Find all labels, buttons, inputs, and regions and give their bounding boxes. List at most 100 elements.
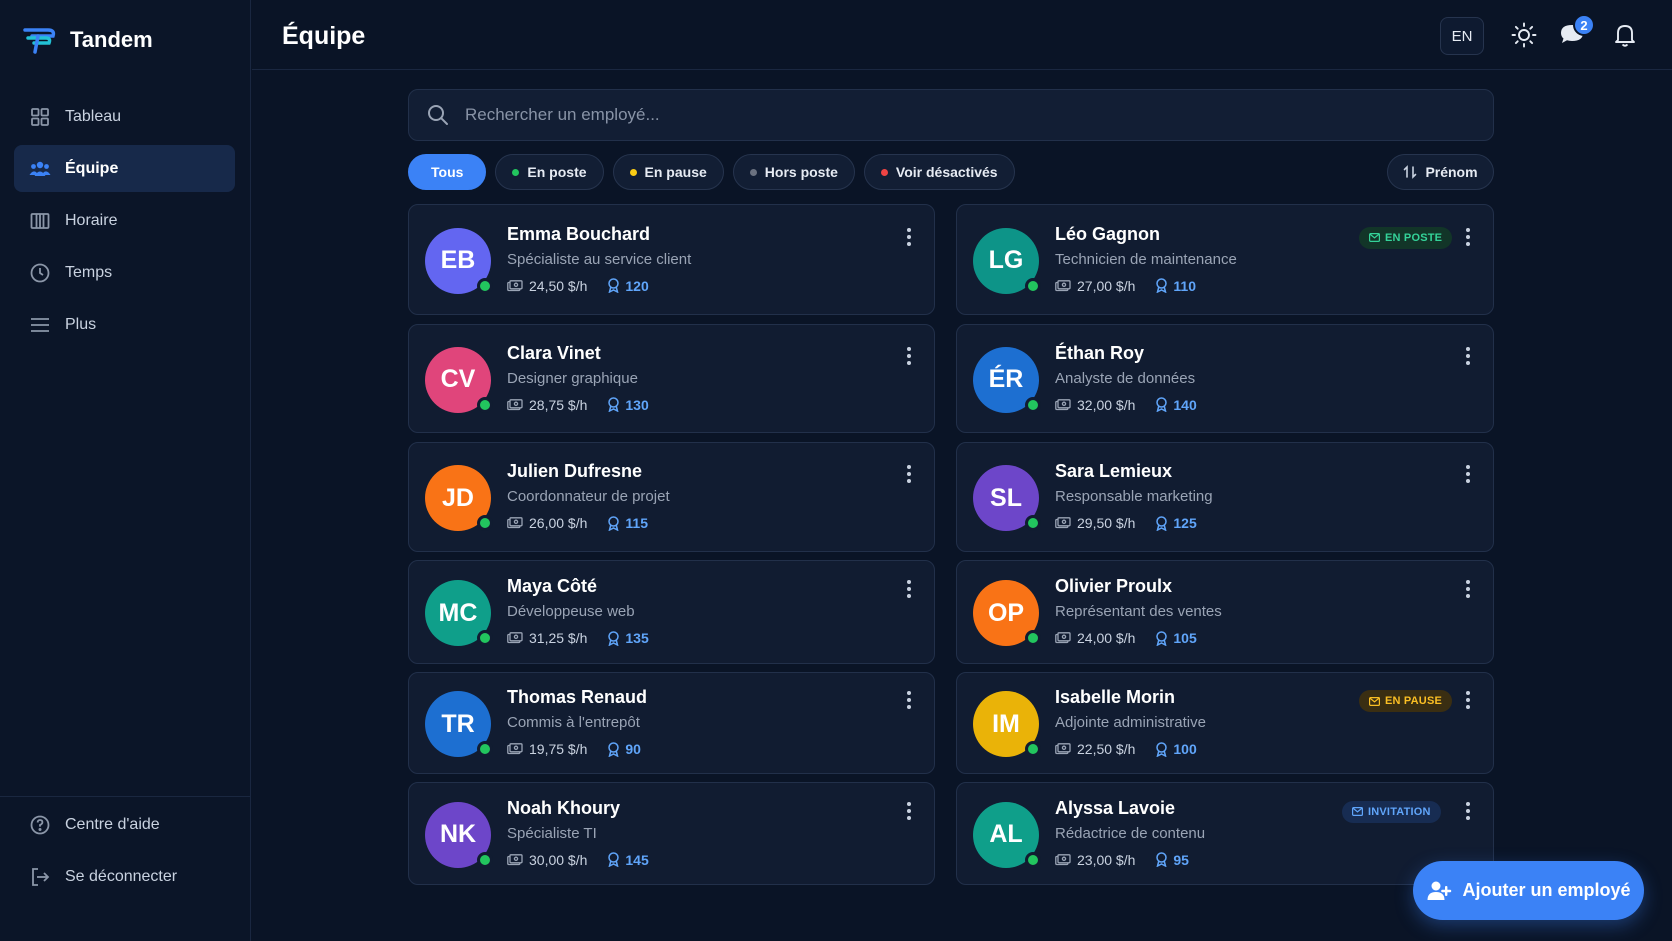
search-input[interactable] <box>465 105 1493 125</box>
employee-name[interactable]: Thomas Renaud <box>507 687 647 708</box>
sidebar-item-equipe[interactable]: Équipe <box>14 145 235 192</box>
filter-label: Hors poste <box>764 164 838 180</box>
award-icon <box>1156 397 1168 412</box>
filter-on-break[interactable]: En pause <box>612 154 724 190</box>
sidebar-item-help[interactable]: Centre d'aide <box>14 801 235 848</box>
more-options-button[interactable] <box>1465 465 1471 483</box>
employee-card[interactable]: EB Emma Bouchard Spécialiste au service … <box>408 204 935 315</box>
points-value: 130 <box>625 396 649 413</box>
more-options-button[interactable] <box>906 691 912 709</box>
online-status-dot <box>1025 277 1041 294</box>
filter-on-duty[interactable]: En poste <box>495 154 604 190</box>
cash-icon <box>1055 743 1071 755</box>
filter-show-deactivated[interactable]: Voir désactivés <box>863 154 1015 190</box>
avatar: MC <box>425 580 493 646</box>
sidebar-item-temps[interactable]: Temps <box>14 249 235 296</box>
more-options-button[interactable] <box>906 227 912 246</box>
employee-card[interactable]: ÉR Éthan Roy Analyste de données 32,00 $… <box>956 324 1494 433</box>
hourly-rate: 23,00 $/h <box>1055 852 1135 868</box>
help-icon <box>29 814 51 836</box>
award-icon <box>608 741 620 757</box>
sidebar-item-label: Se déconnecter <box>65 867 178 885</box>
employee-name[interactable]: Emma Bouchard <box>507 224 650 245</box>
avatar-initials: LG <box>988 246 1024 274</box>
cash-icon <box>1055 279 1071 291</box>
menu-icon <box>29 314 51 336</box>
cash-icon <box>507 853 523 865</box>
filter-all[interactable]: Tous <box>408 154 487 190</box>
sidebar-item-plus[interactable]: Plus <box>14 301 235 348</box>
employee-name[interactable]: Léo Gagnon <box>1055 224 1160 245</box>
employee-name[interactable]: Éthan Roy <box>1055 343 1144 364</box>
more-options-button[interactable] <box>906 801 912 820</box>
filter-label: Voir désactivés <box>895 164 998 180</box>
employee-card[interactable]: NK Noah Khoury Spécialiste TI 30,00 $/h … <box>408 782 935 885</box>
employee-card[interactable]: TR Thomas Renaud Commis à l'entrepôt 19,… <box>408 672 935 774</box>
avatar-initials: CV <box>440 365 476 393</box>
messages-button[interactable]: 2 <box>1557 14 1595 50</box>
points: 115 <box>607 515 648 531</box>
employee-card[interactable]: IM Isabelle Morin Adjointe administrativ… <box>956 672 1494 774</box>
sidebar-item-horaire[interactable]: Horaire <box>14 197 235 244</box>
employee-card[interactable]: AL Alyssa Lavoie Rédactrice de contenu 2… <box>956 782 1494 885</box>
employee-name[interactable]: Julien Dufresne <box>507 461 642 482</box>
app-name: Tandem <box>70 27 153 52</box>
brand[interactable]: Tandem <box>22 24 153 56</box>
employee-name[interactable]: Olivier Proulx <box>1055 576 1172 597</box>
theme-toggle-button[interactable] <box>1509 20 1539 50</box>
employee-card[interactable]: SL Sara Lemieux Responsable marketing 29… <box>956 442 1494 552</box>
more-options-button[interactable] <box>1465 227 1471 246</box>
online-status-dot <box>477 630 493 646</box>
search-bar <box>408 89 1494 141</box>
more-options-button[interactable] <box>906 465 912 483</box>
tandem-logo-icon <box>23 28 56 54</box>
online-status-dot <box>1025 741 1041 757</box>
points-value: 135 <box>625 630 649 646</box>
employee-name[interactable]: Isabelle Morin <box>1055 687 1175 708</box>
employee-name[interactable]: Clara Vinet <box>507 343 601 364</box>
employee-role: Adjointe administrative <box>1055 714 1206 731</box>
sidebar: Tandem Tableau Équipe Horaire Temps Plus… <box>0 0 251 941</box>
sidebar-item-tableau[interactable]: Tableau <box>14 93 235 140</box>
online-status-dot <box>1025 851 1041 868</box>
employee-card[interactable]: CV Clara Vinet Designer graphique 28,75 … <box>408 324 935 433</box>
employee-card[interactable]: MC Maya Côté Développeuse web 31,25 $/h … <box>408 560 935 664</box>
filter-off-duty[interactable]: Hors poste <box>732 154 855 190</box>
hourly-rate: 28,75 $/h <box>507 397 587 413</box>
cash-icon <box>1055 517 1071 529</box>
more-options-button[interactable] <box>1465 346 1471 365</box>
status-dot-gray <box>749 168 757 176</box>
employee-meta: 27,00 $/h 110 <box>1055 278 1196 294</box>
more-options-button[interactable] <box>1465 580 1471 598</box>
notifications-button[interactable] <box>1610 20 1640 50</box>
employee-name[interactable]: Alyssa Lavoie <box>1055 798 1175 819</box>
online-status-dot <box>1025 515 1041 531</box>
employee-meta: 32,00 $/h 140 <box>1055 397 1197 413</box>
avatar-initials: JD <box>442 483 474 512</box>
hourly-rate-value: 29,50 $/h <box>1077 515 1136 531</box>
award-icon <box>608 397 620 412</box>
more-options-button[interactable] <box>906 580 912 598</box>
employee-name[interactable]: Noah Khoury <box>507 798 620 819</box>
filter-label: Tous <box>431 164 464 180</box>
employee-meta: 19,75 $/h 90 <box>507 741 641 757</box>
employee-card[interactable]: LG Léo Gagnon Technicien de maintenance … <box>956 204 1494 315</box>
employee-role: Designer graphique <box>507 369 638 387</box>
hourly-rate: 30,00 $/h <box>507 852 587 868</box>
sort-arrows-icon <box>1404 165 1417 179</box>
employee-card[interactable]: JD Julien Dufresne Coordonnateur de proj… <box>408 442 935 552</box>
more-options-button[interactable] <box>1465 691 1471 709</box>
more-options-button[interactable] <box>1465 801 1471 820</box>
employee-role: Développeuse web <box>507 603 635 620</box>
employee-card[interactable]: OP Olivier Proulx Représentant des vente… <box>956 560 1494 664</box>
employee-name[interactable]: Maya Côté <box>507 576 597 597</box>
language-button[interactable]: EN <box>1440 17 1484 55</box>
add-employee-button[interactable]: Ajouter un employé <box>1413 861 1644 920</box>
sidebar-item-logout[interactable]: Se déconnecter <box>14 853 235 900</box>
more-options-button[interactable] <box>906 346 912 365</box>
sort-button[interactable]: Prénom <box>1387 154 1494 190</box>
hourly-rate-value: 22,50 $/h <box>1077 741 1136 757</box>
employee-name[interactable]: Sara Lemieux <box>1055 461 1172 482</box>
filter-label: En poste <box>527 164 587 180</box>
hourly-rate: 29,50 $/h <box>1055 515 1135 531</box>
